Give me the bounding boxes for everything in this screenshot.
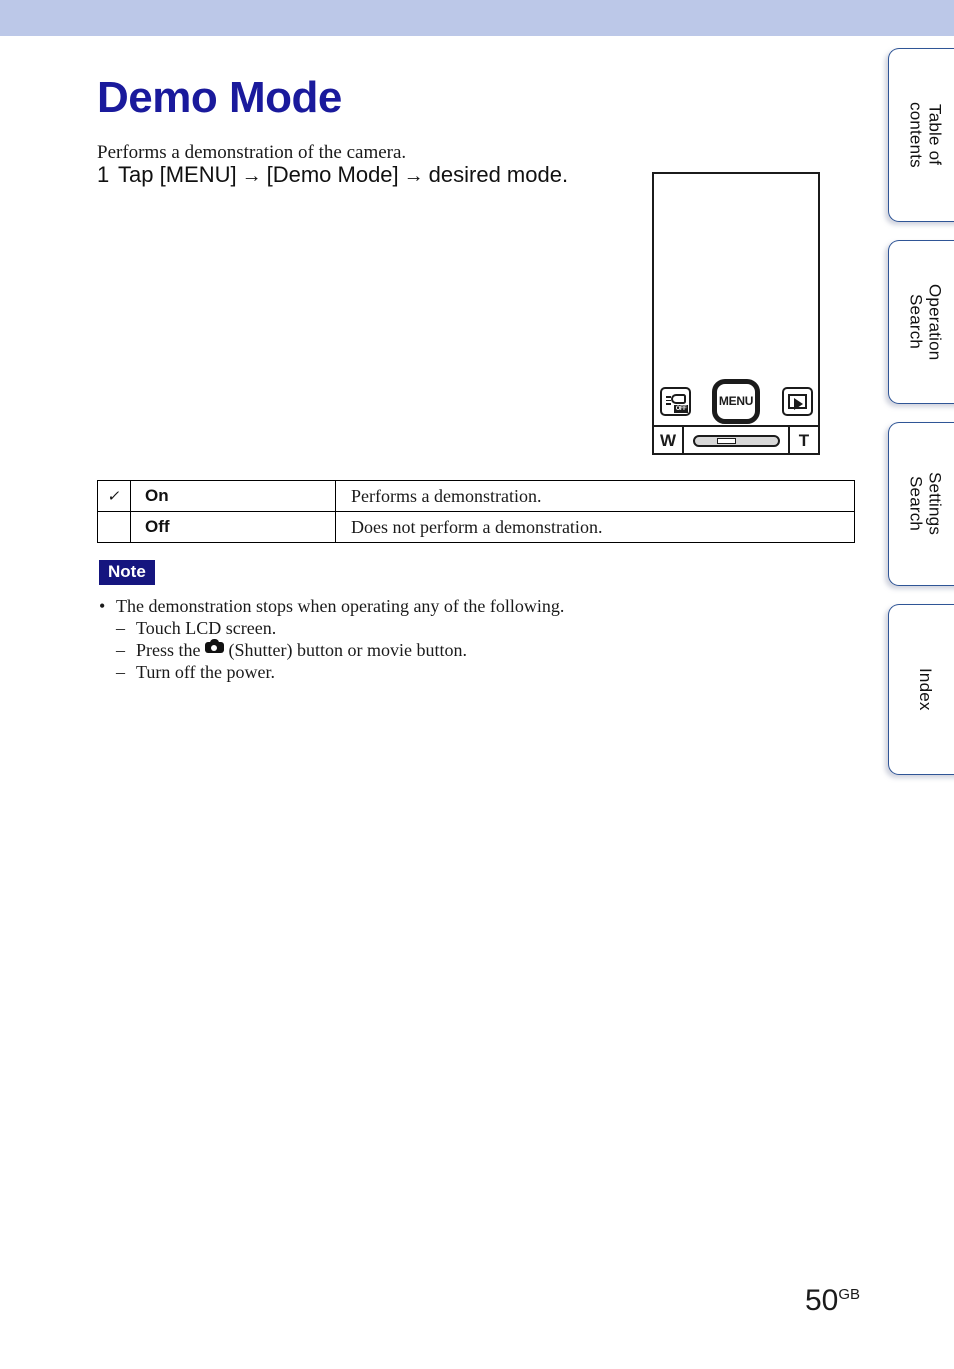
sidebar-tab-settings-search[interactable]: Settings Search xyxy=(888,422,954,586)
zoom-tele-label: T xyxy=(788,427,818,455)
shutter-camera-icon xyxy=(204,639,224,653)
note-subitem-text-pre: Press the xyxy=(136,640,201,660)
step-part-three: desired mode. xyxy=(428,162,569,187)
selected-check-cell xyxy=(97,511,131,543)
note-badge: Note xyxy=(99,560,155,585)
note-subitem-text: Touch LCD screen. xyxy=(136,618,277,638)
checkmark-icon: ✓ xyxy=(105,488,122,505)
zoom-lever-row: W T xyxy=(654,425,818,455)
zoom-track xyxy=(693,435,780,447)
sidebar-tab-index[interactable]: Index xyxy=(888,604,954,775)
sidebar-tab-table-of-contents[interactable]: Table of contents xyxy=(888,48,954,222)
flash-off-label: OFF xyxy=(674,405,688,413)
sidebar-tab-label: Settings Search xyxy=(906,472,945,536)
settings-table: ✓ On Performs a demonstration. Off Does … xyxy=(97,480,855,543)
camera-menu-button: MENU xyxy=(712,379,760,424)
sidebar-tab-operation-search[interactable]: Operation Search xyxy=(888,240,954,404)
flash-body-icon xyxy=(671,394,686,404)
note-subitem: – Touch LCD screen. xyxy=(116,617,564,639)
option-name-cell: Off xyxy=(130,511,336,543)
note-list: • The demonstration stops when operating… xyxy=(99,595,564,683)
step-part-two: [Demo Mode] xyxy=(266,162,399,187)
camera-illustration: OFF MENU W T xyxy=(652,172,820,455)
note-subitem: – Turn off the power. xyxy=(116,661,564,683)
camera-button-row: OFF MENU xyxy=(654,379,818,424)
step-number: 1 xyxy=(97,162,110,187)
note-item-text: The demonstration stops when operating a… xyxy=(116,596,565,616)
page-title: Demo Mode xyxy=(97,73,342,123)
table-row: Off Does not perform a demonstration. xyxy=(97,511,855,543)
top-color-band xyxy=(0,0,954,36)
intro-paragraph: Performs a demonstration of the camera. xyxy=(97,142,407,163)
option-name-cell: On xyxy=(130,480,336,512)
sidebar-tab-label: Table of contents xyxy=(906,102,945,168)
step-part-one: Tap [MENU] xyxy=(118,162,237,187)
playback-icon xyxy=(782,387,813,416)
note-subitem: – Press the (Shutter) button or movie bu… xyxy=(116,639,564,661)
page-number-value: 50 xyxy=(804,1284,839,1317)
dash-icon-2: – xyxy=(116,640,125,660)
dash-icon-3: – xyxy=(116,662,125,682)
option-description-cell: Performs a demonstration. xyxy=(335,480,855,512)
note-subitem-text: Turn off the power. xyxy=(136,662,275,682)
note-subitem-text-post: (Shutter) button or movie button. xyxy=(228,640,467,660)
sidebar-tab-label: Operation Search xyxy=(906,283,945,361)
zoom-thumb xyxy=(717,438,736,444)
side-tab-rail: Table of contents Operation Search Setti… xyxy=(880,0,954,1369)
document-page: Demo Mode Performs a demonstration of th… xyxy=(0,36,880,1369)
table-row: ✓ On Performs a demonstration. xyxy=(97,480,855,512)
sidebar-tab-label: Index xyxy=(916,668,935,711)
arrow-right-icon: → xyxy=(241,165,262,187)
bullet-icon: • xyxy=(99,596,106,616)
play-triangle-icon xyxy=(794,398,803,410)
selected-check-cell: ✓ xyxy=(97,480,131,512)
flash-off-icon: OFF xyxy=(660,387,691,416)
page-number-suffix: GB xyxy=(838,1286,860,1303)
page-number: 50GB xyxy=(760,1284,860,1318)
dash-icon: – xyxy=(116,618,125,638)
option-description-cell: Does not perform a demonstration. xyxy=(335,511,855,543)
note-item: • The demonstration stops when operating… xyxy=(99,595,564,617)
step-instruction: 1 Tap [MENU] → [Demo Mode] → desired mod… xyxy=(97,162,568,188)
zoom-wide-label: W xyxy=(654,427,684,455)
arrow-right-icon-2: → xyxy=(403,165,424,187)
